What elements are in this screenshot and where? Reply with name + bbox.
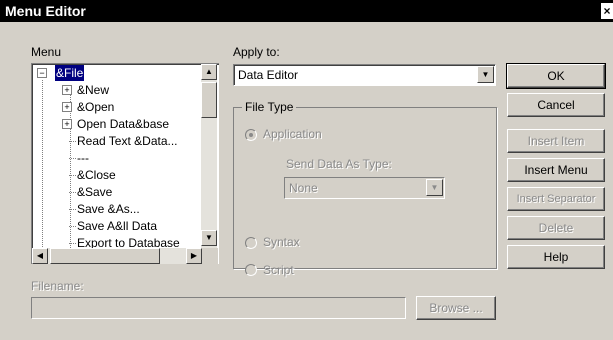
filename-label: Filename: (31, 279, 84, 293)
scroll-right-icon[interactable]: ▶ (186, 248, 202, 264)
insert-item-button[interactable]: Insert Item (507, 129, 605, 153)
horizontal-scroll-thumb[interactable] (50, 248, 160, 264)
syntax-label: Syntax (263, 235, 300, 249)
tree-item[interactable]: Export to Database (77, 235, 180, 248)
tree-item[interactable]: &New (77, 82, 109, 98)
insert-separator-button[interactable]: Insert Separator (507, 187, 605, 211)
tree-item[interactable]: Save A&ll Data (77, 218, 157, 234)
chevron-down-icon[interactable]: ▼ (477, 66, 494, 83)
tree-expander-icon[interactable]: − (37, 68, 47, 78)
send-data-value: None (289, 181, 318, 195)
title-bar: Menu Editor × (0, 0, 613, 22)
apply-to-select[interactable]: Data Editor ▼ (233, 64, 496, 86)
tree-item[interactable]: &File (55, 65, 85, 81)
help-button[interactable]: Help (507, 245, 605, 269)
tree-item[interactable]: &Close (77, 167, 116, 183)
tree-item[interactable]: Open Data&base (77, 116, 169, 132)
delete-button[interactable]: Delete (507, 216, 605, 240)
scroll-corner (202, 248, 218, 264)
filename-input[interactable] (31, 297, 406, 319)
tree-horizontal-scrollbar[interactable]: ◀ ▶ (32, 248, 202, 264)
file-type-group: File Type Application Send Data As Type:… (233, 100, 497, 277)
apply-to-label: Apply to: (233, 45, 280, 59)
application-radio[interactable] (245, 129, 257, 141)
script-label: Script (263, 263, 294, 277)
tree-expander-icon[interactable]: + (62, 85, 72, 95)
tree-expander-icon[interactable]: + (62, 102, 72, 112)
application-label: Application (263, 127, 322, 141)
scroll-left-icon[interactable]: ◀ (32, 248, 48, 264)
tree-item[interactable]: &Save (77, 184, 112, 200)
cancel-button[interactable]: Cancel (507, 93, 605, 117)
window-title: Menu Editor (5, 3, 86, 19)
tree-vertical-scrollbar[interactable]: ▲ ▼ (201, 64, 217, 262)
syntax-radio[interactable] (245, 237, 257, 249)
close-icon[interactable]: × (601, 3, 613, 19)
file-type-legend: File Type (242, 100, 297, 114)
scroll-down-icon[interactable]: ▼ (201, 230, 217, 246)
vertical-scroll-thumb[interactable] (201, 82, 217, 118)
send-data-select[interactable]: None ▼ (284, 177, 445, 199)
ok-button[interactable]: OK (506, 63, 606, 89)
scroll-up-icon[interactable]: ▲ (201, 64, 217, 80)
tree-item[interactable]: &Open (77, 99, 114, 115)
script-radio[interactable] (245, 264, 257, 276)
menu-editor-dialog: Menu Editor × Menu − &File + &New + &Open + Ope… (0, 0, 613, 340)
chevron-down-icon[interactable]: ▼ (426, 179, 443, 196)
send-data-label: Send Data As Type: (286, 157, 392, 171)
browse-button[interactable]: Browse ... (416, 296, 496, 320)
apply-to-value: Data Editor (238, 68, 299, 82)
menu-label: Menu (31, 45, 62, 59)
tree-item[interactable]: Read Text &Data... (77, 133, 178, 149)
tree-item[interactable]: Save &As... (77, 201, 140, 217)
tree-item[interactable]: --- (77, 150, 89, 166)
tree-expander-icon[interactable]: + (62, 119, 72, 129)
insert-menu-button[interactable]: Insert Menu (507, 158, 605, 182)
